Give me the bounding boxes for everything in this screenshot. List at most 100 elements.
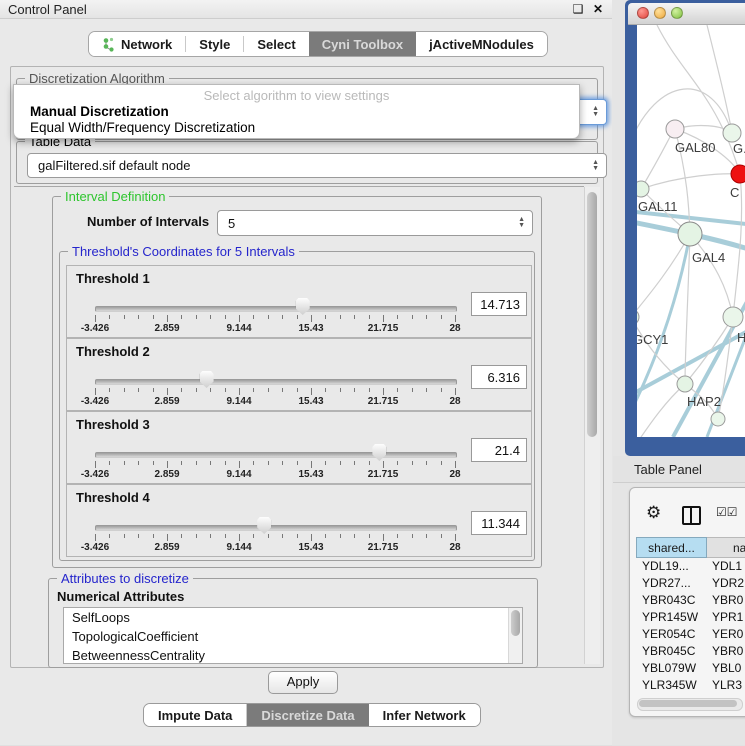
- network-node[interactable]: [678, 222, 702, 246]
- table-row[interactable]: YER054CYER0: [636, 626, 745, 643]
- network-icon: [102, 37, 115, 52]
- slider-thumb[interactable]: [296, 298, 310, 315]
- list-vertical-scrollbar[interactable]: [508, 608, 522, 663]
- tab-cyni-toolbox[interactable]: Cyni Toolbox: [309, 32, 416, 56]
- table-row[interactable]: YPR145WYPR1: [636, 609, 745, 626]
- slider-tick: [109, 388, 110, 392]
- slider-tick: [311, 388, 312, 395]
- cyni-bottom-tabbar: Impute Data Discretize Data Infer Networ…: [143, 703, 481, 727]
- table-row[interactable]: YBR043CYBR0: [636, 592, 745, 609]
- slider-tick: [181, 461, 182, 465]
- minimize-traffic-light[interactable]: [654, 7, 666, 19]
- table-data-combobox[interactable]: galFiltered.sif default node ▲▼: [27, 153, 607, 178]
- thresholds-group-title: Threshold's Coordinates for 5 Intervals: [68, 244, 299, 259]
- tab-infer-network[interactable]: Infer Network: [369, 704, 480, 726]
- numerical-attributes-label: Numerical Attributes: [57, 589, 184, 604]
- network-edge[interactable]: [641, 129, 675, 189]
- slider-thumb[interactable]: [372, 444, 386, 461]
- slider-tick: [426, 534, 427, 538]
- tab-label: Impute Data: [158, 708, 232, 723]
- slider-tick: [383, 534, 384, 541]
- float-window-icon[interactable]: ❑: [570, 1, 586, 17]
- threshold-value-input[interactable]: [471, 438, 527, 462]
- table-row[interactable]: YBL079WYBL0: [636, 660, 745, 677]
- dropdown-option-manual-discretization[interactable]: Manual Discretization: [18, 104, 575, 120]
- network-node[interactable]: [723, 307, 743, 327]
- network-node[interactable]: [711, 412, 725, 426]
- checkbox-icons[interactable]: ☑☑: [716, 505, 738, 519]
- slider-tick-label: 9.144: [226, 396, 251, 407]
- table-row[interactable]: YLR345WYLR3: [636, 677, 745, 694]
- cell-name: YBR0: [707, 643, 745, 660]
- dropdown-prompt-item[interactable]: Select algorithm to view settings: [14, 88, 579, 103]
- scrollbar-thumb[interactable]: [587, 192, 597, 437]
- tab-label: jActiveMNodules: [429, 37, 534, 52]
- scrollbar-thumb[interactable]: [511, 610, 520, 636]
- slider-tick: [455, 461, 456, 468]
- tab-style[interactable]: Style: [186, 32, 243, 56]
- attribute-list-item[interactable]: TopologicalCoefficient: [64, 627, 522, 646]
- slider-thumb[interactable]: [200, 371, 214, 388]
- tab-network[interactable]: Network: [89, 32, 185, 56]
- column-layout-icon[interactable]: [682, 506, 701, 525]
- spinner-arrows-icon: ▲▼: [592, 154, 599, 177]
- column-header-name[interactable]: na: [707, 537, 745, 558]
- tab-discretize-data[interactable]: Discretize Data: [247, 704, 368, 726]
- network-node[interactable]: [637, 181, 649, 197]
- tab-impute-data[interactable]: Impute Data: [144, 704, 247, 726]
- table-row[interactable]: YBR045CYBR0: [636, 643, 745, 660]
- threshold-value-input[interactable]: [471, 365, 527, 389]
- vertical-scrollbar[interactable]: [584, 187, 600, 664]
- apply-button[interactable]: Apply: [268, 671, 338, 694]
- close-traffic-light[interactable]: [637, 7, 649, 19]
- slider-thumb[interactable]: [257, 517, 271, 534]
- network-node[interactable]: [677, 376, 693, 392]
- threshold-value-input[interactable]: [471, 511, 527, 535]
- attribute-list-item[interactable]: BetweennessCentrality: [64, 646, 522, 664]
- network-edge[interactable]: [641, 174, 740, 189]
- network-node[interactable]: [731, 165, 745, 183]
- dropdown-option-equal-width[interactable]: Equal Width/Frequency Discretization: [18, 120, 575, 136]
- close-window-icon[interactable]: ✕: [590, 1, 606, 17]
- slider-tick: [225, 315, 226, 319]
- slider-tick-label: 15.43: [298, 323, 323, 334]
- slider-tick: [253, 461, 254, 465]
- slider-tick-label: 21.715: [368, 469, 399, 480]
- zoom-traffic-light[interactable]: [671, 7, 683, 19]
- cell-shared-name: YBL079W: [636, 660, 707, 677]
- slider-tick: [138, 461, 139, 465]
- slider-track[interactable]: [95, 379, 457, 385]
- tab-jactivemnodules[interactable]: jActiveMNodules: [416, 32, 547, 56]
- network-node[interactable]: [723, 124, 741, 142]
- slider-tick-label: 28: [449, 323, 460, 334]
- network-edge[interactable]: [637, 317, 685, 384]
- slider-tick: [210, 388, 211, 392]
- network-node[interactable]: [637, 309, 639, 325]
- num-intervals-combobox[interactable]: 5 ▲▼: [217, 210, 533, 236]
- table-row[interactable]: YDL19...YDL1: [636, 558, 745, 575]
- slider-track[interactable]: [95, 306, 457, 312]
- network-edge[interactable]: [637, 89, 732, 145]
- network-canvas[interactable]: GAL80G.CGAL11GAL4GCY1HHAP2: [637, 25, 745, 437]
- network-window-titlebar[interactable]: [628, 3, 745, 25]
- scrollbar-thumb[interactable]: [639, 700, 737, 707]
- table-horizontal-scrollbar[interactable]: [637, 698, 743, 711]
- tab-select[interactable]: Select: [244, 32, 308, 56]
- network-edge[interactable]: [707, 25, 732, 133]
- slider-tick: [153, 315, 154, 319]
- network-edge[interactable]: [690, 234, 733, 317]
- slider-tick: [426, 388, 427, 392]
- table-row[interactable]: YIL052CYIL0: [636, 694, 745, 697]
- slider-track[interactable]: [95, 525, 457, 531]
- table-row[interactable]: YDR27...YDR2: [636, 575, 745, 592]
- attribute-list-item[interactable]: SelfLoops: [64, 608, 522, 627]
- numerical-attributes-list[interactable]: SelfLoopsTopologicalCoefficientBetweenne…: [63, 607, 523, 664]
- network-node[interactable]: [666, 120, 684, 138]
- slider-tick: [412, 388, 413, 392]
- column-header-shared-name[interactable]: shared...: [636, 537, 707, 558]
- threshold-value-input[interactable]: [471, 292, 527, 316]
- gear-icon[interactable]: ⚙: [646, 503, 661, 523]
- network-node-label: C: [730, 185, 739, 200]
- slider-track[interactable]: [95, 452, 457, 458]
- slider-tick: [124, 315, 125, 319]
